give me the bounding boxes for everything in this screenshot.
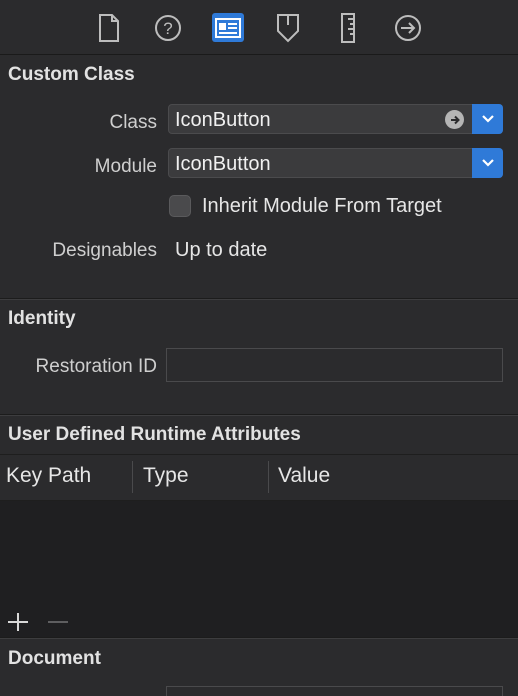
- connections-inspector-button[interactable]: [391, 11, 425, 45]
- restoration-id-field[interactable]: [166, 348, 503, 382]
- go-to-class-button[interactable]: [445, 110, 464, 129]
- runtime-attributes-title: User Defined Runtime Attributes: [8, 424, 301, 445]
- custom-class-title: Custom Class: [8, 64, 135, 85]
- quick-help-button[interactable]: ?: [151, 11, 185, 45]
- identity-inspector-button[interactable]: [212, 13, 244, 42]
- remove-attribute-button[interactable]: [47, 613, 69, 631]
- svg-text:?: ?: [163, 19, 172, 38]
- runtime-attributes-table-header: Key Path Type Value: [0, 454, 518, 501]
- help-icon: ?: [155, 15, 181, 41]
- minus-icon: [48, 621, 68, 623]
- identity-title: Identity: [8, 308, 76, 329]
- class-value: IconButton: [175, 109, 271, 131]
- runtime-attributes-table-body[interactable]: [0, 501, 518, 637]
- document-title: Document: [8, 648, 101, 669]
- restoration-id-label: Restoration ID: [35, 356, 157, 377]
- section-divider: [0, 415, 518, 416]
- inspector-toolbar: ?: [0, 0, 518, 55]
- chevron-down-icon: [481, 115, 494, 123]
- section-divider: [0, 638, 518, 639]
- size-inspector-button[interactable]: [331, 11, 365, 45]
- chevron-down-icon: [481, 159, 494, 167]
- column-separator[interactable]: [132, 461, 133, 493]
- inherit-module-checkbox[interactable]: [169, 195, 191, 217]
- class-dropdown-button[interactable]: [472, 104, 503, 134]
- attributes-inspector-button[interactable]: [271, 11, 305, 45]
- add-attribute-button[interactable]: [7, 613, 29, 631]
- file-inspector-button[interactable]: [92, 11, 126, 45]
- column-separator[interactable]: [268, 461, 269, 493]
- section-divider: [0, 299, 518, 300]
- inherit-module-label: Inherit Module From Target: [202, 195, 442, 217]
- connections-inspector-icon: [395, 15, 421, 41]
- module-dropdown-button[interactable]: [472, 148, 503, 178]
- file-icon: [99, 14, 119, 42]
- identity-inspector-icon: [215, 17, 241, 38]
- module-value: IconButton: [175, 153, 271, 175]
- document-field[interactable]: [166, 686, 503, 696]
- attributes-inspector-icon: [277, 14, 299, 43]
- arrow-right-icon: [450, 115, 460, 124]
- plus-icon: [8, 613, 28, 631]
- module-combobox[interactable]: IconButton: [168, 148, 503, 178]
- column-header-value[interactable]: Value: [278, 464, 330, 488]
- column-header-key-path[interactable]: Key Path: [6, 464, 91, 488]
- size-inspector-icon: [341, 13, 355, 43]
- class-label: Class: [109, 112, 157, 133]
- designables-value: Up to date: [175, 239, 268, 261]
- designables-label: Designables: [52, 240, 157, 261]
- class-combobox[interactable]: IconButton: [168, 104, 503, 134]
- module-label: Module: [94, 156, 157, 177]
- column-header-type[interactable]: Type: [143, 464, 189, 488]
